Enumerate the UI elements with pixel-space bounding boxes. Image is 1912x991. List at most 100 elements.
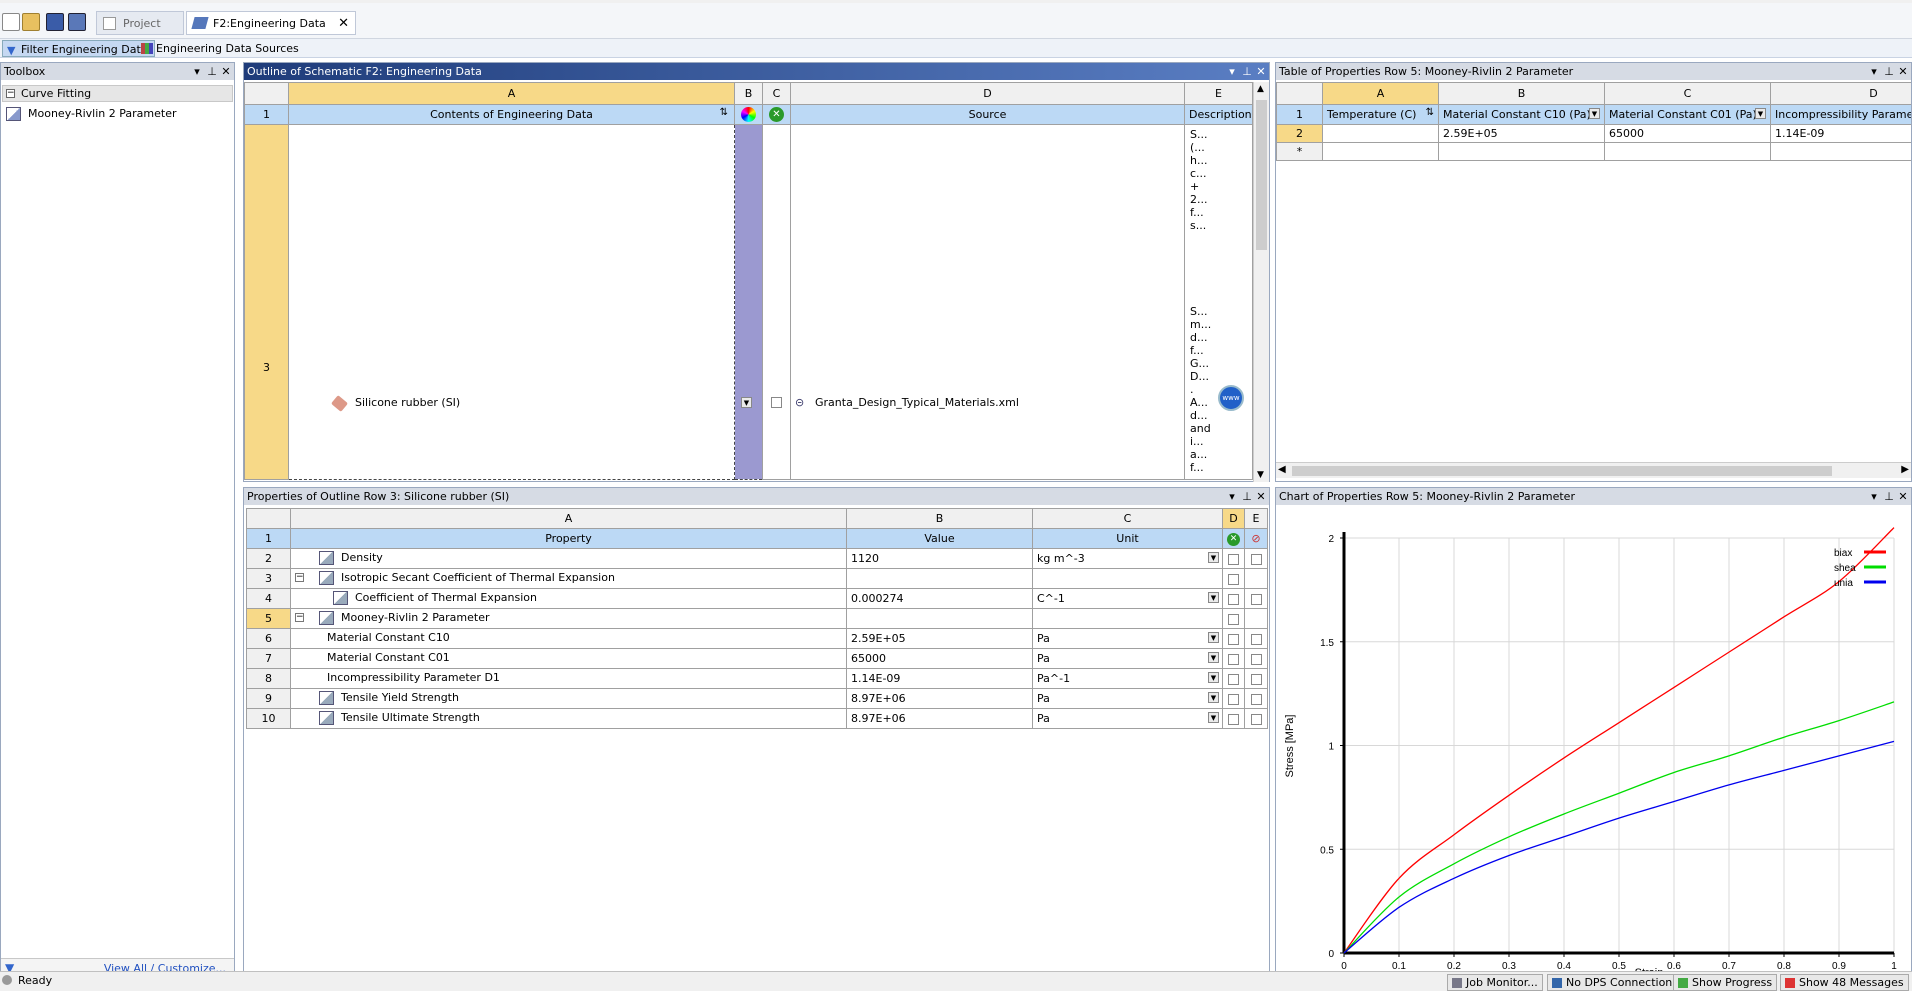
job-monitor-button[interactable]: Job Monitor...	[1447, 974, 1543, 991]
parameter-checkbox[interactable]	[1250, 633, 1262, 645]
close-icon[interactable]: ✕	[1254, 488, 1268, 505]
value-cell[interactable]: 8.97E+06	[846, 688, 1033, 709]
suppress-checkbox[interactable]	[1228, 573, 1239, 585]
property-row[interactable]: 9 Tensile Yield Strength 8.97E+06 Pa ▼	[246, 688, 1268, 709]
unit-dropdown[interactable]: ▼	[1208, 672, 1219, 683]
column-header-d[interactable]: D	[1770, 82, 1911, 105]
column-header-a[interactable]: A	[288, 82, 735, 105]
value-cell[interactable]	[846, 608, 1033, 629]
value-cell[interactable]: 2.59E+05	[846, 628, 1033, 649]
suppress-checkbox[interactable]	[1228, 713, 1239, 725]
unit-cell[interactable]: kg m^-3 ▼	[1032, 548, 1223, 569]
column-header-c[interactable]: C	[1604, 82, 1771, 105]
unit-dropdown[interactable]: ▼	[1208, 692, 1219, 703]
save-icon[interactable]	[46, 13, 64, 31]
value-cell[interactable]: 0.000274	[846, 588, 1033, 609]
property-chart-icon[interactable]	[333, 591, 348, 605]
sort-icon[interactable]: ⇅	[720, 107, 728, 118]
units-dropdown[interactable]: ▼	[1755, 108, 1766, 119]
column-header-b[interactable]: B	[734, 82, 763, 105]
scrollbar-thumb[interactable]	[1256, 100, 1267, 250]
column-header-c[interactable]: C	[1032, 508, 1223, 529]
dropdown-icon[interactable]: ▾	[1867, 63, 1881, 80]
value-cell[interactable]: 1.14E-09	[846, 668, 1033, 689]
column-header-e[interactable]: E	[1244, 508, 1268, 529]
value-cell[interactable]: 8.97E+06	[846, 708, 1033, 729]
column-header-d[interactable]: D	[790, 82, 1185, 105]
temperature-cell[interactable]	[1322, 124, 1439, 143]
engineering-data-sources-button[interactable]: Engineering Data Sources	[138, 40, 305, 57]
suppress-checkbox[interactable]	[1228, 693, 1239, 705]
unit-cell[interactable]: C^-1 ▼	[1032, 588, 1223, 609]
parameter-checkbox[interactable]	[1250, 713, 1262, 725]
dropdown-icon[interactable]: ▾	[1225, 63, 1239, 80]
property-row[interactable]: 10 Tensile Ultimate Strength 8.97E+06 Pa ▼	[246, 708, 1268, 729]
tab-project[interactable]: Project	[96, 11, 184, 35]
suppress-checkbox[interactable]	[771, 397, 782, 408]
outline-scrollbar[interactable]: ▲ ▼	[1253, 82, 1269, 482]
value-cell[interactable]: 1120	[846, 548, 1033, 569]
value-cell[interactable]	[846, 568, 1033, 589]
collapse-icon[interactable]: −	[6, 89, 15, 98]
scroll-up-icon[interactable]: ▲	[1257, 84, 1264, 94]
pin-icon[interactable]: ⊥	[1882, 63, 1896, 80]
suppress-checkbox[interactable]	[1228, 673, 1239, 685]
close-icon[interactable]: ✕	[219, 63, 233, 80]
d1-cell[interactable]: 1.14E-09	[1770, 124, 1911, 143]
property-row[interactable]: 8 Incompressibility Parameter D1 1.14E-09 P…	[246, 668, 1268, 689]
save-as-icon[interactable]	[68, 13, 86, 31]
column-header-d[interactable]: D	[1222, 508, 1245, 529]
color-dropdown[interactable]: ▼	[741, 397, 752, 408]
suppress-checkbox[interactable]	[1228, 633, 1239, 645]
unit-cell[interactable]: Pa ▼	[1032, 648, 1223, 669]
unit-cell[interactable]: Pa^-1 ▼	[1032, 668, 1223, 689]
parameter-checkbox[interactable]	[1250, 593, 1262, 605]
parameter-checkbox[interactable]	[1250, 693, 1262, 705]
parameter-checkbox[interactable]	[1250, 553, 1262, 565]
www-icon[interactable]: www	[1218, 385, 1244, 411]
parameter-checkbox[interactable]	[1250, 653, 1262, 665]
new-file-icon[interactable]	[2, 13, 20, 31]
new-row-cell[interactable]	[1604, 142, 1771, 161]
show-progress-button[interactable]: Show Progress	[1673, 974, 1778, 991]
property-row[interactable]: 3− Isotropic Secant Coefficient of Therma…	[246, 568, 1268, 589]
close-icon[interactable]: ✕	[338, 12, 349, 36]
suppress-checkbox[interactable]	[1228, 613, 1239, 625]
property-chart-icon[interactable]	[319, 571, 334, 585]
suppress-checkbox[interactable]	[1228, 593, 1239, 605]
table-hscrollbar[interactable]: ◀ ▶	[1276, 462, 1911, 478]
column-header-c[interactable]: C	[762, 82, 791, 105]
unit-dropdown[interactable]: ▼	[1208, 632, 1219, 643]
collapse-icon[interactable]: −	[295, 613, 304, 622]
tab-engineering-data[interactable]: F2:Engineering Data ✕	[186, 11, 356, 35]
close-icon[interactable]: ✕	[1896, 63, 1910, 80]
c10-cell[interactable]: 2.59E+05	[1438, 124, 1605, 143]
sort-icon[interactable]: ⇅	[1426, 107, 1434, 118]
new-row-cell[interactable]	[1770, 142, 1911, 161]
unit-dropdown[interactable]: ▼	[1208, 592, 1219, 603]
dps-connection-button[interactable]: No DPS Connection	[1547, 974, 1678, 991]
filter-engineering-data-button[interactable]: ▼ Filter Engineering Data	[2, 40, 155, 57]
dropdown-icon[interactable]: ▾	[190, 63, 204, 80]
unit-dropdown[interactable]: ▼	[1208, 652, 1219, 663]
new-row-cell[interactable]	[1438, 142, 1605, 161]
scroll-down-icon[interactable]: ▼	[1257, 470, 1264, 480]
show-messages-button[interactable]: Show 48 Messages	[1780, 974, 1909, 991]
property-row[interactable]: 5− Mooney-Rivlin 2 Parameter	[246, 608, 1268, 629]
property-chart-icon[interactable]	[319, 691, 334, 705]
property-chart-icon[interactable]	[319, 711, 334, 725]
open-folder-icon[interactable]	[22, 13, 40, 31]
property-row[interactable]: 6 Material Constant C10 2.59E+05 Pa ▼	[246, 628, 1268, 649]
property-chart-icon[interactable]	[319, 551, 334, 565]
close-icon[interactable]: ✕	[1254, 63, 1268, 80]
dropdown-icon[interactable]: ▾	[1225, 488, 1239, 505]
unit-cell[interactable]: Pa ▼	[1032, 708, 1223, 729]
unit-cell[interactable]: Pa ▼	[1032, 628, 1223, 649]
unit-cell[interactable]: Pa ▼	[1032, 688, 1223, 709]
unit-dropdown[interactable]: ▼	[1208, 552, 1219, 563]
pin-icon[interactable]: ⊥	[1882, 488, 1896, 505]
color-cell[interactable]: ▼	[734, 124, 763, 480]
dropdown-icon[interactable]: ▾	[1867, 488, 1881, 505]
collapse-icon[interactable]: −	[295, 573, 304, 582]
mooney-rivlin-item[interactable]: Mooney-Rivlin 2 Parameter	[6, 106, 177, 122]
